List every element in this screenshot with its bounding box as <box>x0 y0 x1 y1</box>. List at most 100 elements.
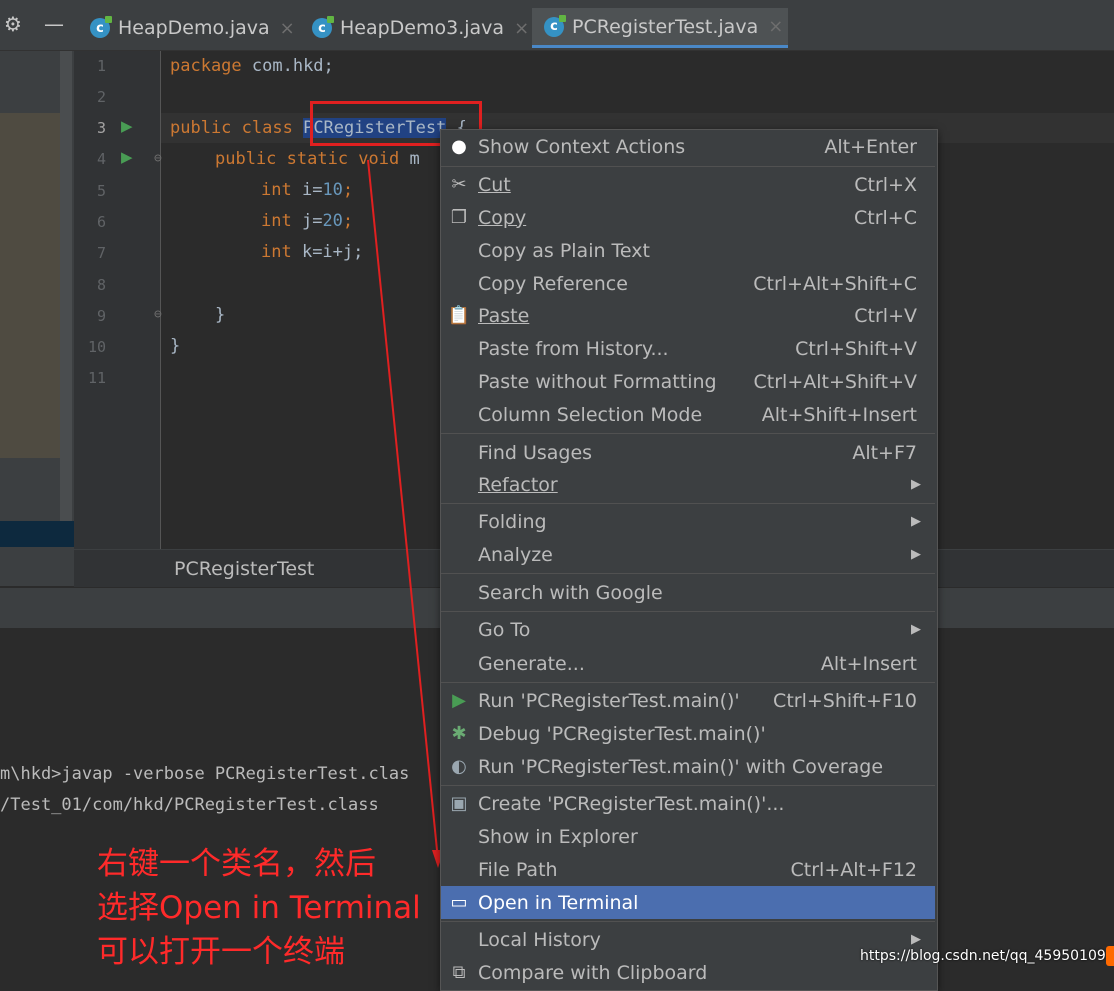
menu-item-go-to[interactable]: Go To ▶ <box>441 613 935 646</box>
code-line-7[interactable]: int k=i+j; <box>261 242 363 262</box>
fold-icon[interactable]: ⊖ <box>154 307 162 322</box>
menu-shortcut: Ctrl+Shift+F10 <box>773 689 917 712</box>
menu-separator <box>441 921 935 922</box>
debug-icon: ✱ <box>451 723 467 744</box>
close-icon[interactable]: × <box>280 18 295 39</box>
number-literal: 20 <box>322 211 343 231</box>
menu-separator <box>441 611 935 612</box>
menu-item-paste-without-formatting[interactable]: Paste without Formatting Ctrl+Alt+Shift+… <box>441 365 935 398</box>
java-class-icon: c <box>544 14 566 37</box>
menu-item-copy-reference[interactable]: Copy Reference Ctrl+Alt+Shift+C <box>441 267 935 300</box>
terminal-line: /Test_01/com/hkd/PCRegisterTest.class <box>0 795 379 815</box>
menu-label: Generate... <box>478 652 585 675</box>
menu-shortcut: Ctrl+C <box>854 206 917 229</box>
code-line-6[interactable]: int j=20; <box>261 211 353 231</box>
menu-item-paste-from-history[interactable]: Paste from History... Ctrl+Shift+V <box>441 332 935 365</box>
menu-item-file-path[interactable]: File Path Ctrl+Alt+F12 <box>441 853 935 886</box>
code-text: k=i+j; <box>291 242 364 262</box>
minimize-icon[interactable]: — <box>44 14 64 34</box>
line-number: 4 <box>96 150 106 168</box>
menu-item-copy[interactable]: ❐ Copy Ctrl+C <box>441 201 935 234</box>
java-class-icon: c <box>90 16 112 38</box>
menu-shortcut: Alt+Enter <box>824 135 917 158</box>
submenu-arrow-icon: ▶ <box>911 477 921 492</box>
code-line-9[interactable]: } <box>215 305 225 325</box>
project-scrollbar[interactable] <box>60 51 72 531</box>
terminal-line: m\hkd>javap -verbose PCRegisterTest.clas <box>0 764 410 784</box>
number-literal: 10 <box>322 180 343 200</box>
menu-shortcut: Ctrl+V <box>854 304 917 327</box>
menu-label: Copy as Plain Text <box>478 239 650 262</box>
code-text: m <box>399 149 420 169</box>
code-line-10[interactable]: } <box>170 336 180 356</box>
menu-item-find-usages[interactable]: Find Usages Alt+F7 <box>441 436 935 469</box>
breadcrumb-item[interactable]: PCRegisterTest <box>174 558 314 580</box>
tab-heapdemo3[interactable]: c HeapDemo3.java × <box>300 8 532 48</box>
menu-label: File Path <box>478 858 558 881</box>
project-highlight <box>0 113 60 458</box>
line-number: 9 <box>96 307 106 325</box>
bulb-icon: ● <box>451 136 467 157</box>
menu-item-refactor[interactable]: Refactor ▶ <box>441 468 935 501</box>
gear-icon[interactable]: ⚙ <box>4 14 22 34</box>
menu-item-open-in-terminal[interactable]: ▭ Open in Terminal <box>441 886 935 919</box>
annotation-text-2: 选择Open in Terminal <box>97 890 421 926</box>
menu-separator <box>441 503 935 504</box>
tab-label: PCRegisterTest.java <box>572 15 759 38</box>
csdn-logo-icon <box>1106 946 1114 966</box>
project-selected-row[interactable] <box>0 521 74 547</box>
project-panel <box>0 51 74 586</box>
menu-label: Refactor <box>478 473 558 496</box>
close-icon[interactable]: × <box>514 18 529 39</box>
menu-item-folding[interactable]: Folding ▶ <box>441 505 935 538</box>
code-line-5[interactable]: int i=10; <box>261 180 353 200</box>
menu-label: Create 'PCRegisterTest.main()'... <box>478 792 785 815</box>
menu-shortcut: Ctrl+Alt+Shift+V <box>753 370 917 393</box>
menu-item-search-with-google[interactable]: Search with Google <box>441 576 935 609</box>
menu-item-run[interactable]: ▶ Run 'PCRegisterTest.main()' Ctrl+Shift… <box>441 684 935 717</box>
menu-item-column-selection-mode[interactable]: Column Selection Mode Alt+Shift+Insert <box>441 398 935 431</box>
keyword: int <box>261 180 292 200</box>
submenu-arrow-icon: ▶ <box>911 622 921 637</box>
tab-label: HeapDemo3.java <box>340 17 505 39</box>
line-number: 8 <box>96 276 106 294</box>
line-number: 3 <box>96 119 106 137</box>
menu-item-show-context-actions[interactable]: ● Show Context Actions Alt+Enter <box>441 130 935 163</box>
run-gutter-icon[interactable]: ▶ <box>121 148 133 166</box>
code-line-4[interactable]: public static void m <box>215 149 420 169</box>
menu-item-cut[interactable]: ✂ Cut Ctrl+X <box>441 168 935 201</box>
menu-label: Analyze <box>478 543 553 566</box>
menu-shortcut: Ctrl+X <box>854 173 917 196</box>
code-text: ; <box>342 211 354 231</box>
code-line-1[interactable]: package com.hkd; <box>170 56 334 76</box>
keyword: public static void <box>215 149 400 169</box>
line-number: 10 <box>87 338 106 356</box>
submenu-arrow-icon: ▶ <box>911 932 921 947</box>
menu-shortcut: Alt+F7 <box>852 441 917 464</box>
close-icon[interactable]: × <box>768 16 783 37</box>
menu-item-run-with-coverage[interactable]: ◐ Run 'PCRegisterTest.main()' with Cover… <box>441 750 935 783</box>
menu-label: Copy <box>478 206 527 229</box>
menu-item-show-in-explorer[interactable]: Show in Explorer <box>441 820 935 853</box>
tab-heapdemo[interactable]: c HeapDemo.java × <box>78 8 300 48</box>
tab-pcregistertest[interactable]: c PCRegisterTest.java × <box>532 8 788 48</box>
menu-item-analyze[interactable]: Analyze ▶ <box>441 538 935 571</box>
menu-item-debug[interactable]: ✱ Debug 'PCRegisterTest.main()' <box>441 717 935 750</box>
menu-label: Debug 'PCRegisterTest.main()' <box>478 722 766 745</box>
menu-item-paste[interactable]: 📋 Paste Ctrl+V <box>441 299 935 332</box>
scissors-icon: ✂ <box>451 174 467 195</box>
code-text: ; <box>342 180 354 200</box>
clipboard-icon: 📋 <box>447 305 471 326</box>
fold-icon[interactable]: ⊖ <box>154 151 162 166</box>
menu-shortcut: Ctrl+Alt+Shift+C <box>753 272 917 295</box>
menu-label: Paste <box>478 304 530 327</box>
line-number: 11 <box>87 369 106 387</box>
editor-tab-bar: ⚙ — c HeapDemo.java × c HeapDemo3.java ×… <box>0 0 1114 51</box>
run-gutter-icon[interactable]: ▶ <box>121 117 133 135</box>
code-text: i= <box>291 180 323 200</box>
annotation-text-3: 可以打开一个终端 <box>97 934 345 970</box>
menu-item-copy-plain-text[interactable]: Copy as Plain Text <box>441 234 935 267</box>
menu-item-generate[interactable]: Generate... Alt+Insert <box>441 647 935 680</box>
menu-item-create-config[interactable]: ▣ Create 'PCRegisterTest.main()'... <box>441 787 935 820</box>
keyword: package <box>170 56 242 76</box>
